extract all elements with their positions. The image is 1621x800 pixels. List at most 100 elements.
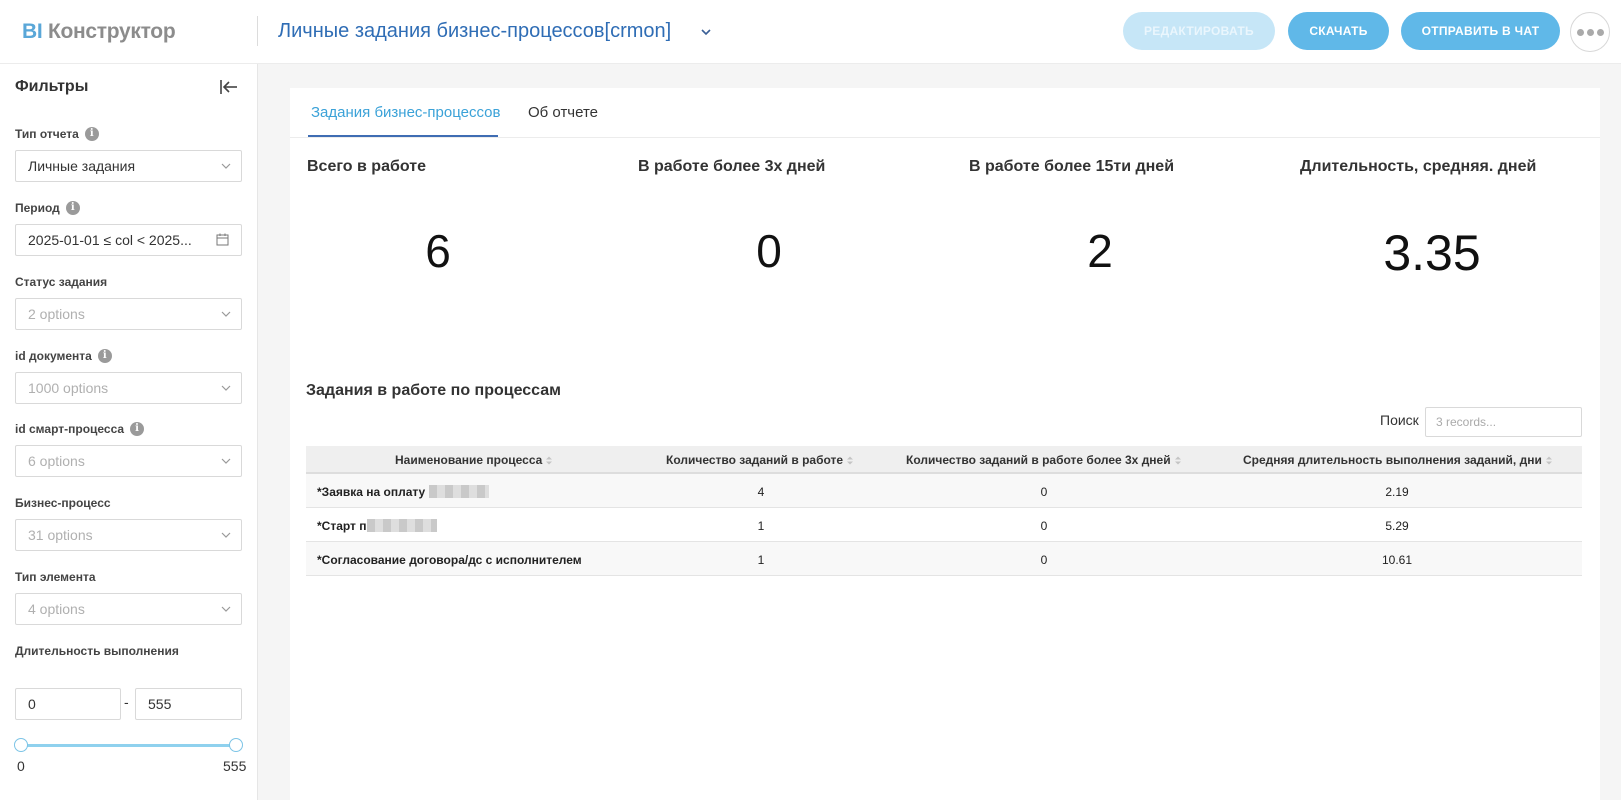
filters-sidebar: Фильтры Тип отчета i Личные задания Пери… (0, 64, 258, 800)
metric-title-over3: В работе более 3х дней (638, 158, 826, 175)
column-header-process-name[interactable]: Наименование процесса (395, 453, 553, 467)
task-status-select[interactable]: 2 options (15, 298, 242, 330)
business-process-placeholder: 31 options (28, 527, 93, 543)
smart-process-id-label: id смарт-процесса i (15, 422, 145, 436)
document-id-label: id документа i (15, 349, 112, 363)
info-icon[interactable]: i (130, 422, 145, 436)
dashboard-content: Задания бизнес-процессов Об отчете Всего… (290, 88, 1600, 800)
process-name-cell: *Заявка на оплату (317, 485, 489, 499)
smart-process-id-label-text: id смарт-процесса (15, 422, 125, 436)
process-name-text: *Согласование договора/дс с исполнителем (317, 553, 582, 567)
processes-table: Наименование процесса Количество заданий… (306, 446, 1582, 576)
metric-title-over15: В работе более 15ти дней (969, 158, 1175, 175)
smart-process-id-placeholder: 6 options (28, 453, 85, 469)
more-options-button[interactable] (1570, 12, 1610, 52)
chevron-down-icon (221, 385, 231, 391)
send-to-chat-button[interactable]: ОТПРАВИТЬ В ЧАТ (1401, 12, 1560, 50)
top-header: BI Конструктор Личные задания бизнес-про… (0, 0, 1621, 64)
calendar-icon (216, 233, 229, 246)
tab-about-report[interactable]: Об отчете (528, 104, 598, 121)
duration-slider-max-handle[interactable] (229, 738, 243, 752)
report-type-label-text: Тип отчета (15, 127, 79, 141)
logo-prefix: BI (22, 20, 43, 43)
duration-slider-track[interactable] (20, 744, 236, 747)
metric-value-over3: 0 (756, 225, 782, 277)
smart-process-id-select[interactable]: 6 options (15, 445, 242, 477)
column-header-label: Количество заданий в работе более 3х дне… (906, 453, 1171, 467)
chevron-down-icon (221, 311, 231, 317)
element-type-placeholder: 4 options (28, 601, 85, 617)
avg-duration-cell: 10.61 (1381, 553, 1413, 567)
element-type-label-text: Тип элемента (15, 570, 96, 584)
task-status-label-text: Статус задания (15, 275, 108, 289)
header-divider (257, 16, 258, 46)
duration-label: Длительность выполнения (15, 644, 179, 658)
report-type-label: Тип отчета i (15, 127, 99, 141)
tab-bar: Задания бизнес-процессов Об отчете (290, 88, 1600, 138)
report-type-value: Личные задания (28, 158, 136, 174)
table-search-input[interactable] (1425, 407, 1582, 437)
duration-min-input[interactable]: 0 (15, 688, 121, 720)
active-tab-indicator (308, 135, 498, 137)
element-type-select[interactable]: 4 options (15, 593, 242, 625)
table-row[interactable]: *Старт п 1 0 5.29 (306, 508, 1582, 542)
task-count-cell: 4 (757, 485, 765, 499)
table-header-row: Наименование процесса Количество заданий… (306, 446, 1582, 474)
element-type-label: Тип элемента (15, 570, 96, 584)
over3-count-cell: 0 (1040, 485, 1048, 499)
duration-slider-min-handle[interactable] (14, 738, 28, 752)
metric-value-over15: 2 (1087, 225, 1113, 277)
slider-min-label: 0 (17, 758, 25, 774)
dot-icon (1596, 28, 1604, 36)
filters-title: Фильтры (15, 78, 89, 95)
over3-count-cell: 0 (1040, 519, 1048, 533)
document-id-select[interactable]: 1000 options (15, 372, 242, 404)
period-label-text: Период (15, 201, 60, 215)
process-name-text: *Старт п (317, 519, 367, 533)
column-header-over3-count[interactable]: Количество заданий в работе более 3х дне… (906, 453, 1181, 467)
info-icon[interactable]: i (65, 201, 80, 215)
over3-count-cell: 0 (1040, 553, 1048, 567)
task-count-cell: 1 (757, 519, 765, 533)
app-logo[interactable]: BI Конструктор (22, 20, 176, 44)
task-status-label: Статус задания (15, 275, 107, 289)
business-process-select[interactable]: 31 options (15, 519, 242, 551)
duration-label-text: Длительность выполнения (15, 644, 179, 658)
task-count-cell: 1 (757, 553, 765, 567)
report-type-select[interactable]: Личные задания (15, 150, 242, 182)
tab-business-process-tasks[interactable]: Задания бизнес-процессов (311, 104, 500, 121)
collapse-sidebar-icon[interactable] (218, 76, 240, 98)
metric-value-avg-duration: 3.35 (1383, 225, 1481, 281)
slider-max-label: 555 (223, 758, 247, 774)
column-header-task-count[interactable]: Количество заданий в работе (666, 453, 854, 467)
chevron-down-icon (221, 532, 231, 538)
dashboard-title: Личные задания бизнес-процессов[crmon] (278, 20, 672, 42)
sort-icon (1545, 456, 1552, 465)
edit-button[interactable]: РЕДАКТИРОВАТЬ (1123, 12, 1275, 50)
chevron-down-icon (221, 458, 231, 464)
search-label: Поиск (1380, 412, 1419, 428)
process-name-cell: *Старт п (317, 519, 437, 533)
column-header-label: Наименование процесса (395, 453, 543, 467)
business-process-label: Бизнес-процесс (15, 496, 111, 510)
range-separator: - (124, 694, 129, 710)
column-header-label: Количество заданий в работе (666, 453, 844, 467)
sort-icon (847, 456, 854, 465)
info-icon[interactable]: i (84, 127, 99, 141)
period-picker[interactable]: 2025-01-01 ≤ col < 2025... (15, 224, 242, 256)
table-row[interactable]: *Заявка на оплату 4 0 2.19 (306, 474, 1582, 508)
sort-icon (546, 456, 553, 465)
info-icon[interactable]: i (97, 349, 112, 363)
metric-title-total: Всего в работе (307, 158, 426, 175)
chevron-down-icon[interactable] (700, 26, 712, 38)
dot-icon (1586, 28, 1594, 36)
document-id-placeholder: 1000 options (28, 380, 109, 396)
period-value: 2025-01-01 ≤ col < 2025... (28, 232, 192, 248)
column-header-avg-duration[interactable]: Средняя длительность выполнения заданий,… (1243, 453, 1552, 467)
duration-max-input[interactable]: 555 (135, 688, 242, 720)
task-status-placeholder: 2 options (28, 306, 85, 322)
process-name-text: *Заявка на оплату (317, 485, 426, 499)
table-row[interactable]: *Согласование договора/дс с исполнителем… (306, 542, 1582, 576)
download-button[interactable]: СКАЧАТЬ (1288, 12, 1389, 50)
avg-duration-cell: 5.29 (1385, 519, 1409, 533)
